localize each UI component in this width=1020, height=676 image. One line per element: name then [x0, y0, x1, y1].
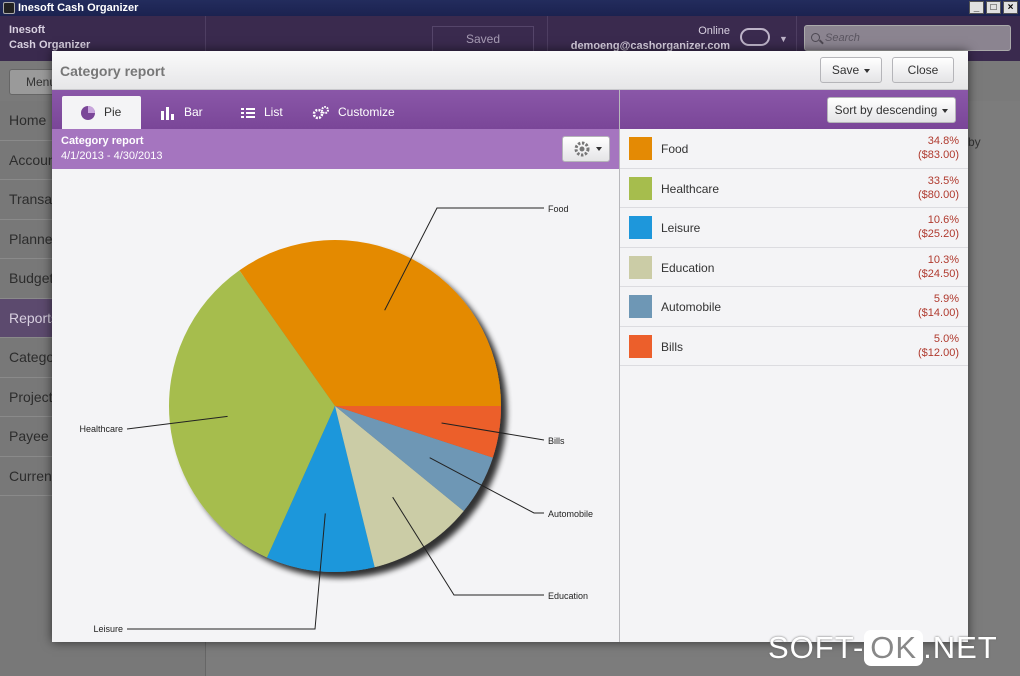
pie-label: Automobile: [548, 509, 593, 519]
report-subheader: Category report 4/1/2013 - 4/30/2013: [52, 129, 619, 169]
chevron-down-icon[interactable]: ▼: [779, 34, 788, 44]
legend-percent: 10.3%: [927, 253, 959, 266]
gears-icon: [312, 105, 329, 119]
close-window-button[interactable]: ×: [1003, 1, 1018, 14]
cloud-icon[interactable]: [740, 28, 770, 46]
brand: Inesoft Cash Organizer: [9, 24, 91, 51]
report-date-range: 4/1/2013 - 4/30/2013: [61, 150, 163, 162]
pie-chart: Food Healthcare Leisure Education Automobile…: [79, 204, 593, 634]
pie-label: Food: [548, 204, 569, 214]
tab-list[interactable]: List: [222, 96, 301, 129]
legend-category-name: Bills: [661, 339, 684, 354]
pie-chart-area: Food Healthcare Leisure Education Automobile…: [52, 169, 619, 642]
window-title: Inesoft Cash Organizer: [18, 2, 139, 14]
legend-swatch: [629, 216, 652, 239]
legend-category-name: Education: [661, 260, 715, 275]
legend-category-name: Healthcare: [661, 181, 720, 196]
legend-swatch: [629, 176, 652, 200]
gear-icon: [574, 141, 602, 157]
tab-customize[interactable]: Customize: [294, 96, 413, 129]
bar-icon: [161, 106, 174, 120]
search-input[interactable]: Search: [804, 25, 1011, 51]
legend-percent: 5.0%: [933, 332, 959, 345]
report-title: Category report: [61, 135, 144, 147]
dialog-header: Category report Save Close: [52, 51, 968, 90]
pie-label: Healthcare: [79, 424, 123, 434]
window-titlebar: Inesoft Cash Organizer _ □ ×: [0, 0, 1020, 16]
legend-category-name: Automobile: [661, 300, 722, 314]
watermark: SOFT- OK .NET: [768, 630, 998, 666]
tab-pie[interactable]: Pie: [62, 96, 141, 129]
legend-row-education[interactable]: Education 10.3% ($24.50): [620, 248, 968, 287]
legend-amount: ($14.00): [918, 307, 959, 319]
legend-swatch: [629, 255, 652, 279]
background-text: by: [968, 135, 981, 149]
legend-swatch: [629, 137, 652, 160]
chart-settings-button[interactable]: [562, 136, 610, 162]
category-report-dialog: Category report Save Close Pie Bar List …: [52, 51, 968, 642]
close-button[interactable]: Close: [892, 57, 954, 83]
category-legend-list: Food 34.8% ($83.00) Healthcare 33.5% ($80.00)…: [620, 129, 968, 366]
list-icon: [241, 107, 255, 118]
legend-amount: ($12.00): [918, 346, 959, 359]
legend-percent: 10.6%: [927, 214, 959, 226]
save-button[interactable]: Save: [820, 57, 882, 83]
pie-icon: [81, 105, 95, 120]
legend-category-name: Food: [661, 142, 689, 156]
tab-bar-chart[interactable]: Bar: [142, 96, 221, 129]
dialog-title: Category report: [60, 63, 166, 79]
app-icon: [3, 2, 15, 14]
legend-amount: ($80.00): [918, 188, 959, 201]
legend-row-leisure[interactable]: Leisure 10.6% ($25.20): [620, 208, 968, 248]
legend-category-name: Leisure: [661, 221, 701, 235]
legend-percent: 34.8%: [927, 135, 959, 147]
legend-percent: 5.9%: [933, 293, 959, 305]
legend-row-healthcare[interactable]: Healthcare 33.5% ($80.00): [620, 169, 968, 208]
legend-row-food[interactable]: Food 34.8% ($83.00): [620, 129, 968, 169]
sort-dropdown[interactable]: Sort by descending: [827, 97, 956, 123]
search-icon: [811, 33, 820, 42]
online-status: Online demoeng@cashorganizer.com: [570, 25, 730, 52]
legend-amount: ($24.50): [918, 267, 959, 280]
maximize-button[interactable]: □: [986, 1, 1001, 14]
legend-amount: ($25.20): [918, 228, 959, 240]
pie-label: Education: [548, 591, 588, 601]
minimize-button[interactable]: _: [969, 1, 984, 14]
pie-label: Bills: [548, 436, 565, 446]
legend-amount: ($83.00): [918, 149, 959, 161]
legend-swatch: [629, 334, 652, 358]
pie-label: Leisure: [93, 624, 123, 634]
legend-swatch: [629, 295, 652, 318]
tab-bar: Pie Bar List Customize Sort by descendin…: [52, 90, 968, 129]
saved-status: Saved: [432, 26, 534, 52]
legend-percent: 33.5%: [927, 174, 959, 187]
legend-row-automobile[interactable]: Automobile 5.9% ($14.00): [620, 287, 968, 327]
legend-row-bills[interactable]: Bills 5.0% ($12.00): [620, 327, 968, 366]
chevron-down-icon: [942, 108, 949, 113]
chevron-down-icon: [864, 68, 871, 73]
